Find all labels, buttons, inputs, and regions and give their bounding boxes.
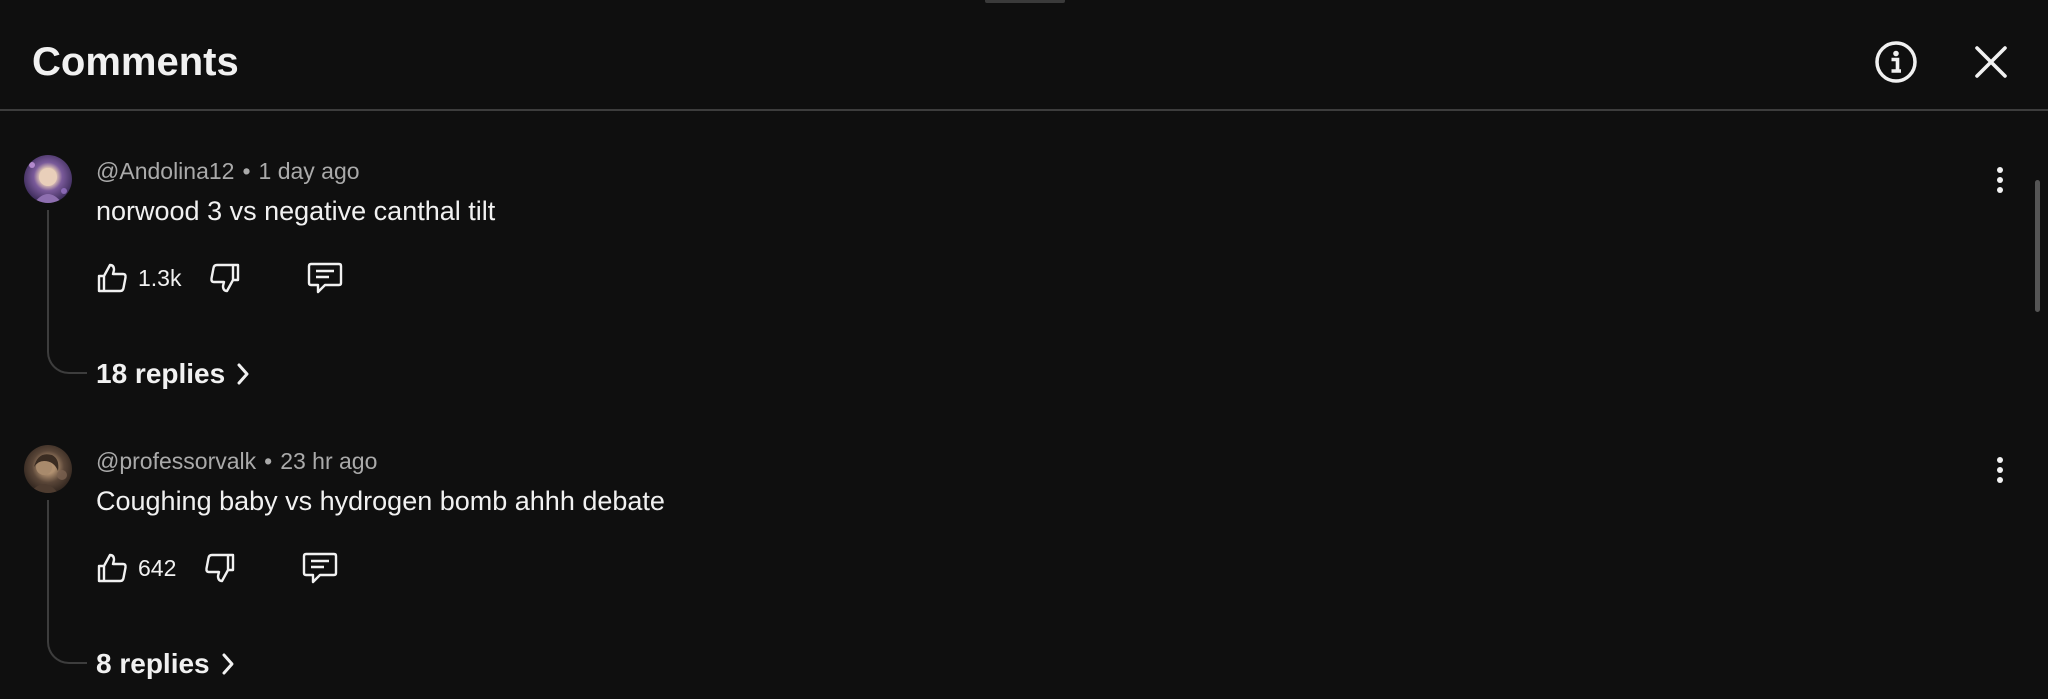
thumbs-down-icon <box>210 263 240 293</box>
scrollbar[interactable] <box>2035 180 2040 312</box>
thumbs-up-icon <box>97 553 127 583</box>
thumbs-up-icon <box>97 263 127 293</box>
comment-actions: 642 <box>96 548 338 588</box>
comment-meta: @professorvalk • 23 hr ago <box>96 446 377 476</box>
comment-time[interactable]: 23 hr ago <box>280 448 377 474</box>
view-replies-button[interactable]: 8 replies <box>96 646 236 682</box>
dislike-button[interactable] <box>209 258 241 298</box>
like-button[interactable]: 1.3k <box>96 258 181 298</box>
comment-text: norwood 3 vs negative canthal tilt <box>96 196 496 226</box>
comment-icon <box>308 262 343 294</box>
chevron-right-icon <box>222 653 234 675</box>
like-count: 1.3k <box>138 265 182 291</box>
thread-line <box>47 500 87 664</box>
author-handle[interactable]: @professorvalk <box>96 448 256 474</box>
close-icon <box>1975 46 2007 78</box>
view-replies-button[interactable]: 18 replies <box>96 356 251 392</box>
comment-icon <box>303 552 338 584</box>
more-vert-icon <box>1997 457 2003 483</box>
replies-label: 8 replies <box>96 648 210 679</box>
author-handle[interactable]: @Andolina12 <box>96 158 234 184</box>
comment-actions: 1.3k <box>96 258 343 298</box>
more-options-button[interactable] <box>1980 160 2020 200</box>
more-options-button[interactable] <box>1980 450 2020 490</box>
comment-text: Coughing baby vs hydrogen bomb ahhh deba… <box>96 486 665 516</box>
info-button[interactable] <box>1868 34 1924 90</box>
close-button[interactable] <box>1963 34 2019 90</box>
comment-time[interactable]: 1 day ago <box>259 158 360 184</box>
info-icon <box>1875 41 1917 83</box>
avatar-image <box>29 162 67 203</box>
avatar[interactable] <box>24 445 72 493</box>
replies-label: 18 replies <box>96 358 226 389</box>
meta-separator: • <box>264 448 273 474</box>
comments-panel: Comments @Andolina12 • 1 day ago norwood… <box>0 0 2048 699</box>
avatar[interactable] <box>24 155 72 203</box>
comments-header: Comments <box>0 0 2048 111</box>
thumbs-down-icon <box>205 553 235 583</box>
page-title: Comments <box>32 40 239 84</box>
chevron-right-icon <box>237 363 249 385</box>
thread-line <box>47 210 87 374</box>
like-button[interactable]: 642 <box>96 548 176 588</box>
dislike-button[interactable] <box>204 548 236 588</box>
like-count: 642 <box>138 555 177 581</box>
more-vert-icon <box>1997 167 2003 193</box>
reply-button[interactable] <box>307 258 343 298</box>
meta-separator: • <box>242 158 251 184</box>
comment-meta: @Andolina12 • 1 day ago <box>96 156 360 186</box>
avatar-image <box>30 454 67 493</box>
reply-button[interactable] <box>302 548 338 588</box>
